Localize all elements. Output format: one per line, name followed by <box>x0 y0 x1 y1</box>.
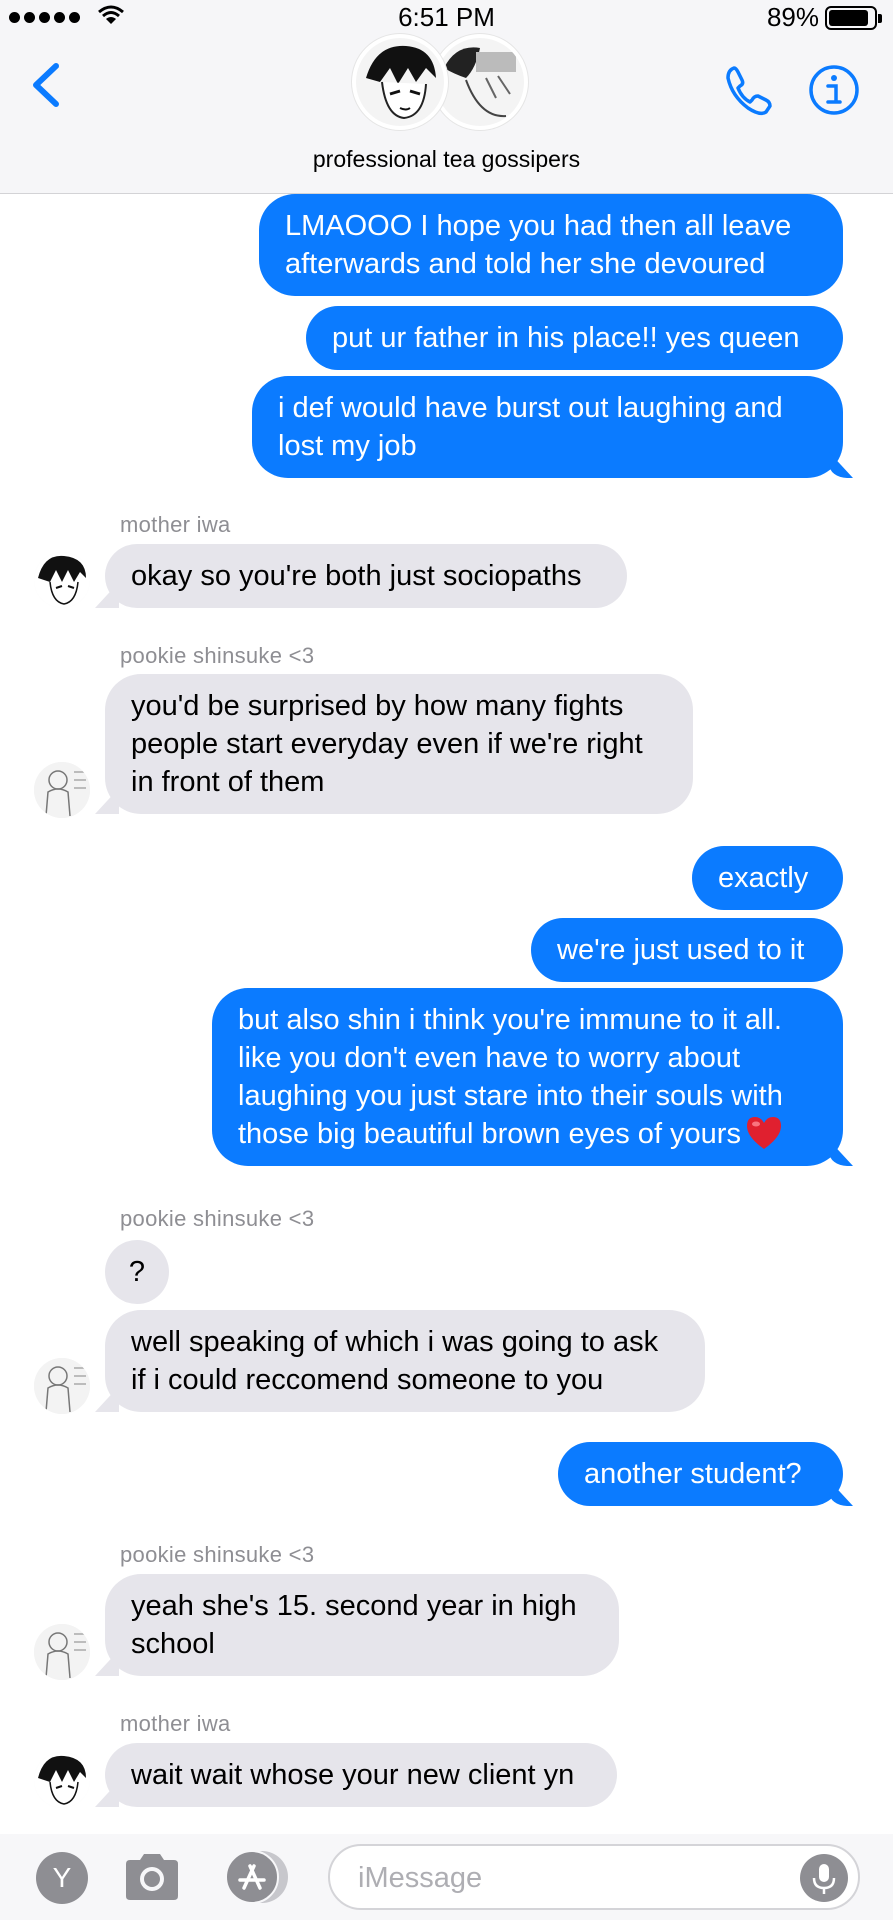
sender-name: mother iwa <box>120 1711 231 1736</box>
app-store-icon[interactable] <box>220 1848 292 1906</box>
group-name[interactable]: professional tea gossipers <box>0 146 893 173</box>
message-line: afterwards and told her she devoured <box>285 248 766 280</box>
status-time: 6:51 PM <box>398 2 495 32</box>
outgoing-message[interactable]: exactly <box>692 846 843 910</box>
avatar-mother-iwa[interactable] <box>34 552 90 608</box>
message-line: those big beautiful brown eyes of yours <box>238 1115 817 1153</box>
imessage-field[interactable] <box>328 1844 860 1910</box>
group-avatar-1 <box>352 34 448 130</box>
microphone-icon[interactable] <box>800 1854 848 1902</box>
outgoing-message[interactable]: LMAOOO I hope you had then all leave aft… <box>259 194 843 296</box>
incoming-message[interactable]: okay so you're both just sociopaths <box>105 544 627 608</box>
message-line: people start everyday even if we're righ… <box>131 728 643 760</box>
incoming-message[interactable]: you'd be surprised by how many fights pe… <box>105 674 693 814</box>
message-input-bar: Y <box>0 1834 893 1920</box>
incoming-message[interactable]: well speaking of which i was going to as… <box>105 1310 705 1412</box>
avatar-pookie-shinsuke[interactable] <box>34 1358 90 1414</box>
message-line: if i could reccomend someone to you <box>131 1364 604 1396</box>
message-line: we're just used to it <box>557 934 805 966</box>
message-line: LMAOOO I hope you had then all leave <box>285 210 792 242</box>
message-line: but also shin i think you're immune to i… <box>238 1004 782 1036</box>
avatar-mother-iwa[interactable] <box>34 1752 90 1808</box>
outgoing-message[interactable]: but also shin i think you're immune to i… <box>212 988 843 1166</box>
avatar-pookie-shinsuke[interactable] <box>34 1624 90 1680</box>
battery-percentage: 89% <box>766 2 819 32</box>
message-line: well speaking of which i was going to as… <box>131 1326 659 1358</box>
message-line: i def would have burst out laughing and <box>278 392 783 424</box>
message-line: you'd be surprised by how many fights <box>131 690 624 722</box>
message-line: okay so you're both just sociopaths <box>131 560 582 592</box>
info-icon[interactable] <box>808 64 860 116</box>
message-line: put ur father in his place!! yes queen <box>332 322 800 354</box>
status-bar: 6:51 PM 89% <box>0 0 893 34</box>
imessage-input[interactable] <box>358 1856 778 1900</box>
group-avatars[interactable] <box>352 34 542 130</box>
camera-icon[interactable] <box>122 1850 182 1904</box>
message-line: another student? <box>584 1458 802 1490</box>
outgoing-message[interactable]: i def would have burst out laughing and … <box>252 376 843 478</box>
red-heart-emoji <box>746 1117 781 1149</box>
message-line: wait wait whose your new client yn <box>131 1759 575 1791</box>
sender-name: pookie shinsuke <3 <box>120 1206 315 1231</box>
sender-name: mother iwa <box>120 512 231 537</box>
back-chevron-icon[interactable] <box>26 60 66 110</box>
sender-name: pookie shinsuke <3 <box>120 643 315 668</box>
incoming-message[interactable]: ? <box>105 1240 169 1304</box>
message-line: like you don't even have to worry about <box>238 1042 741 1074</box>
message-line: lost my job <box>278 430 417 462</box>
message-line: ? <box>128 1256 146 1288</box>
app-drawer-button[interactable]: Y <box>36 1852 88 1904</box>
message-line-text: those big beautiful brown eyes of yours <box>238 1118 741 1150</box>
message-line: school <box>131 1628 215 1660</box>
message-line: in front of them <box>131 766 325 798</box>
incoming-message[interactable]: wait wait whose your new client yn <box>105 1743 617 1807</box>
phone-icon[interactable] <box>720 62 776 118</box>
outgoing-message[interactable]: put ur father in his place!! yes queen <box>306 306 843 370</box>
battery-level <box>829 10 868 26</box>
battery-icon <box>825 6 882 30</box>
message-line: yeah she's 15. second year in high <box>131 1590 577 1622</box>
message-line: laughing you just stare into their souls… <box>238 1080 783 1112</box>
outgoing-message[interactable]: we're just used to it <box>531 918 843 982</box>
outgoing-message[interactable]: another student? <box>558 1442 843 1506</box>
incoming-message[interactable]: yeah she's 15. second year in high schoo… <box>105 1574 619 1676</box>
message-line: exactly <box>718 862 809 894</box>
avatar-pookie-shinsuke[interactable] <box>34 762 90 818</box>
sender-name: pookie shinsuke <3 <box>120 1542 315 1567</box>
